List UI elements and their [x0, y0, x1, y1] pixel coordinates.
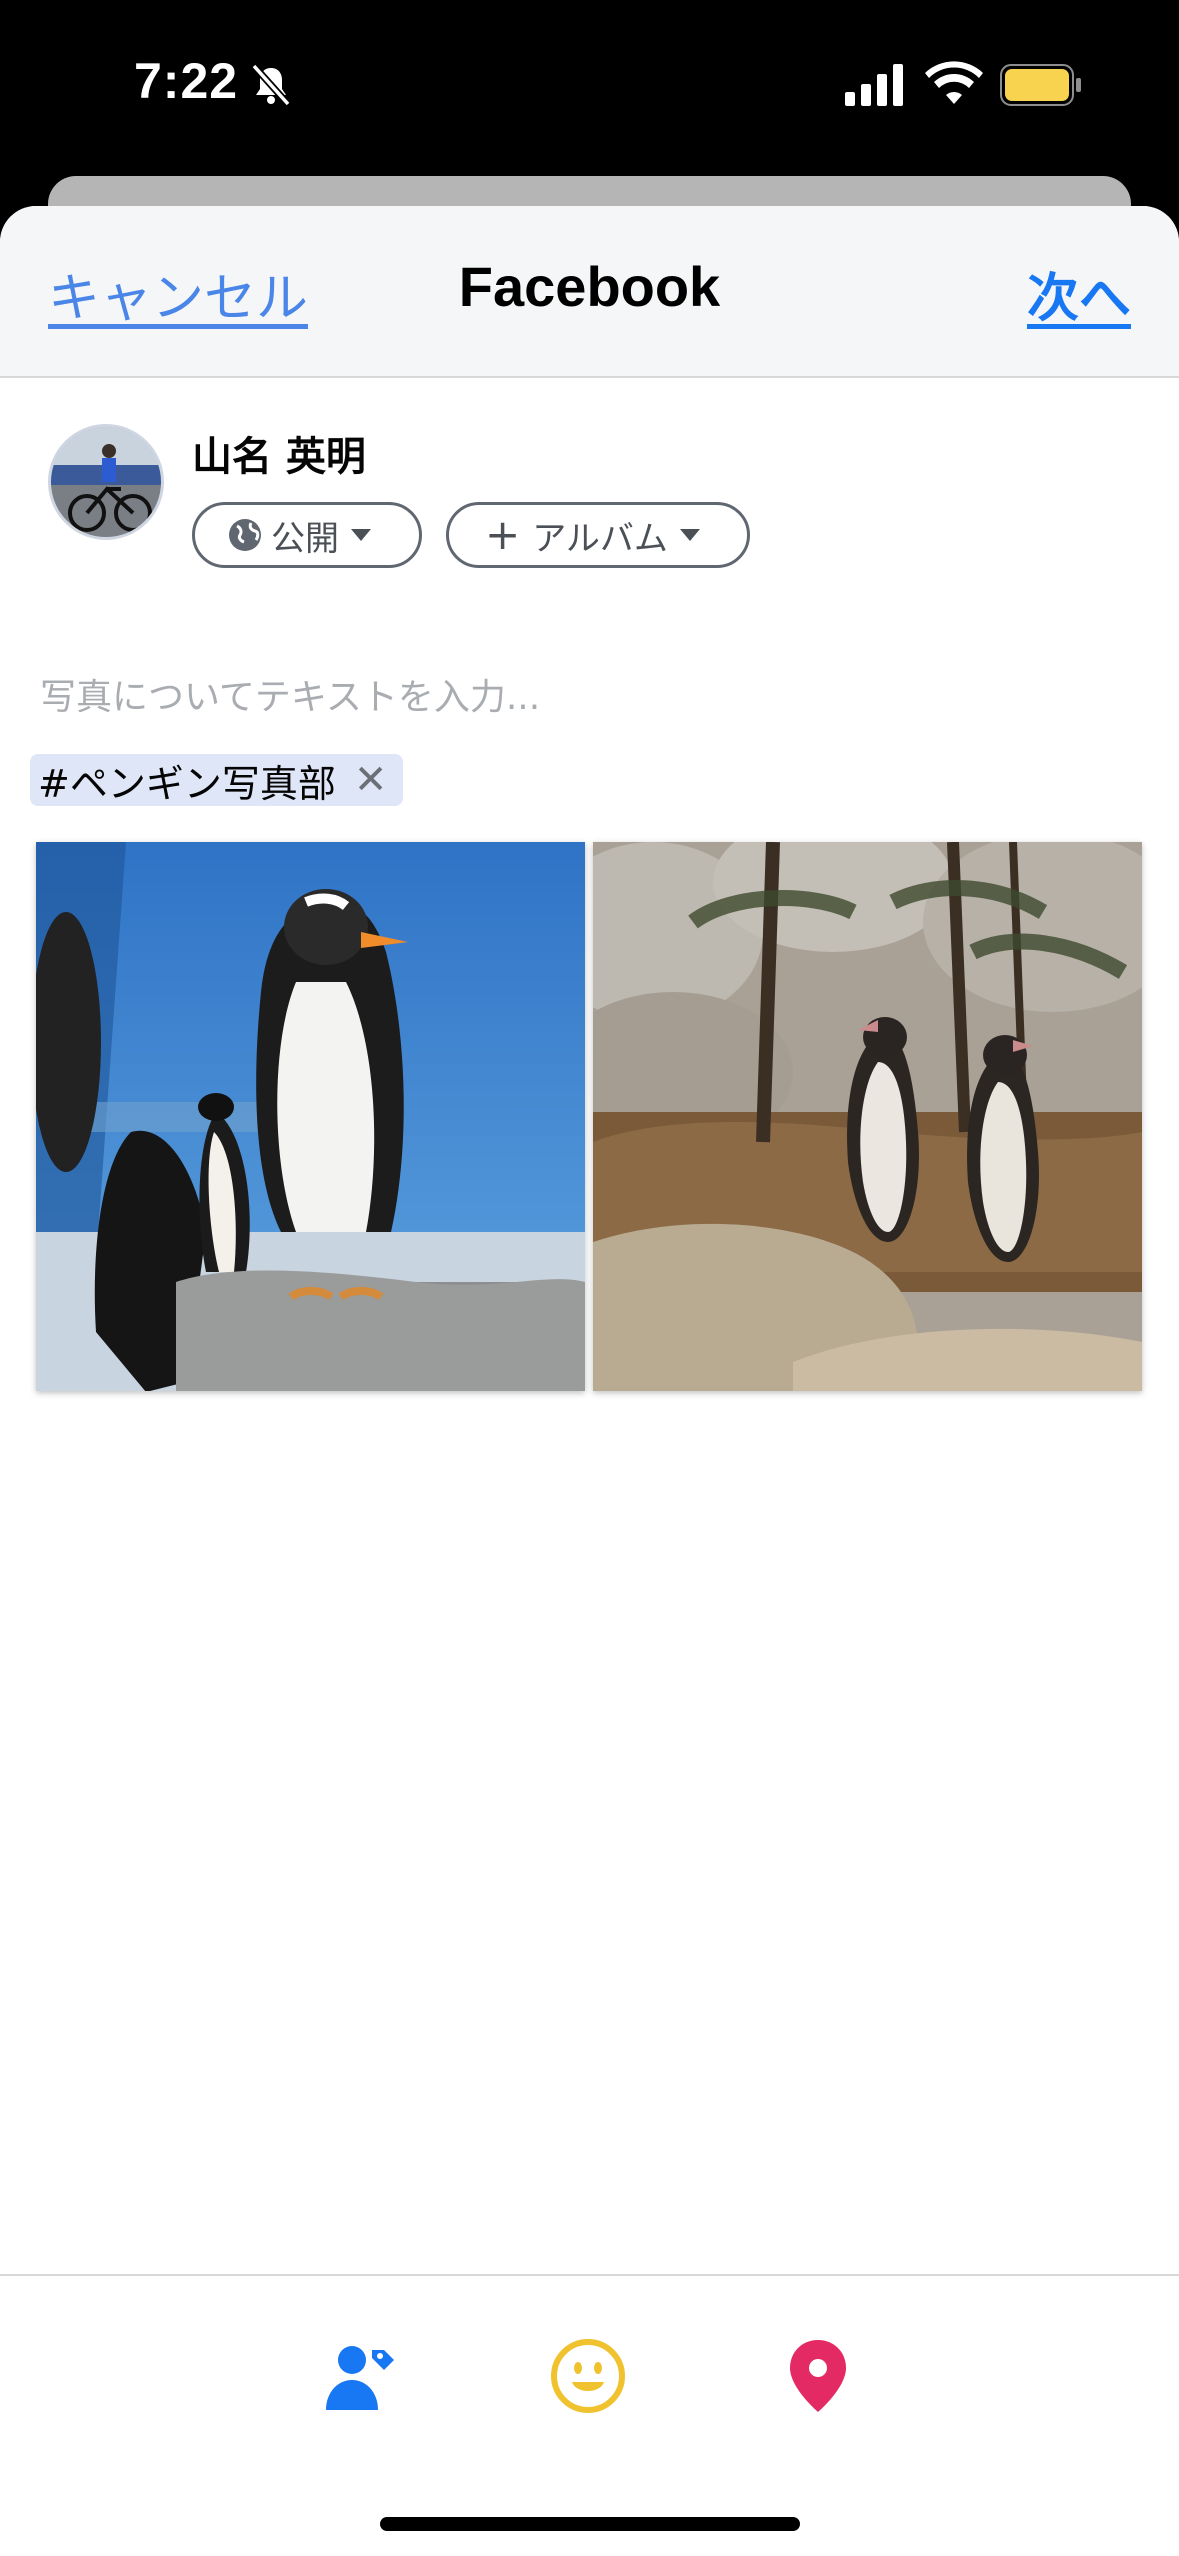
create-post-sheet: キャンセル Facebook 次へ 山名 英明 公開 + アルバム 写真について… [0, 206, 1179, 2556]
hashtag-chip: #ペンギン写真部 ✕ [30, 754, 404, 806]
tag-people-icon[interactable] [320, 2336, 400, 2416]
album-label: アルバム [532, 518, 668, 559]
bottom-toolbar [0, 2274, 1179, 2556]
chevron-down-icon [351, 529, 371, 541]
location-pin-icon[interactable] [778, 2336, 858, 2416]
user-name: 山名 英明 [192, 434, 366, 480]
globe-icon [229, 519, 261, 551]
cellular-signal-icon [845, 64, 903, 106]
status-time: 7:22 [134, 53, 239, 109]
plus-icon: + [485, 510, 521, 559]
close-icon[interactable]: ✕ [354, 757, 388, 803]
chevron-down-icon [679, 529, 700, 541]
post-text-input[interactable]: 写真についてテキストを入力... [40, 668, 540, 720]
bell-muted-icon [251, 63, 291, 107]
penguin-photo-aquarium [36, 842, 585, 1391]
next-button[interactable]: 次へ [1027, 256, 1131, 331]
penguin-photo-rocks [593, 842, 1142, 1391]
photo-thumbnail[interactable] [593, 842, 1142, 1391]
status-bar: 7:22 [0, 0, 1179, 175]
battery-icon [1000, 64, 1081, 106]
photo-thumbnail[interactable] [36, 842, 585, 1391]
avatar-image [51, 427, 161, 537]
privacy-selector[interactable]: 公開 [192, 502, 422, 568]
hashtag-text: #ペンギン写真部 [38, 761, 336, 806]
avatar [48, 424, 164, 540]
wifi-icon [925, 61, 983, 104]
privacy-label: 公開 [271, 518, 339, 559]
page-title: Facebook [458, 255, 721, 318]
feeling-emoji-icon[interactable] [548, 2336, 628, 2416]
home-indicator[interactable] [380, 2517, 800, 2531]
album-selector[interactable]: + アルバム [446, 502, 750, 568]
nav-bar: キャンセル Facebook 次へ [0, 206, 1179, 378]
